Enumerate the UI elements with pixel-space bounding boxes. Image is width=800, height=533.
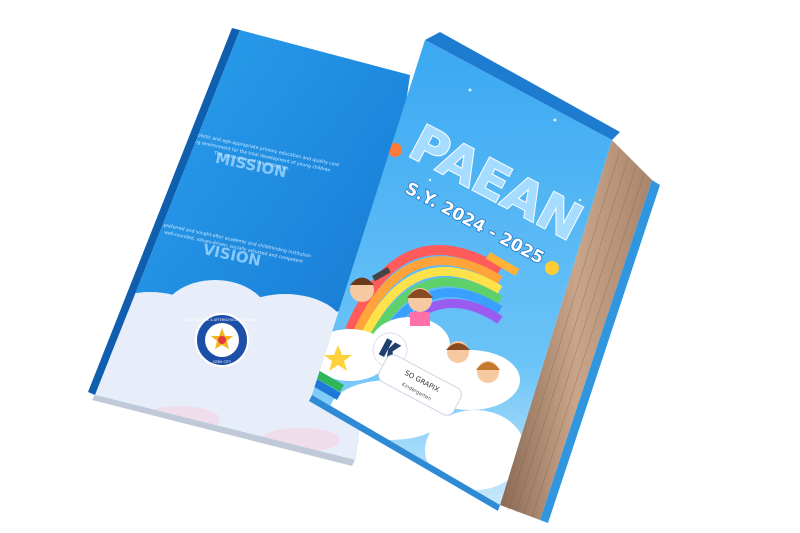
kid-girl-illustration <box>407 288 433 326</box>
seal-text-top: KIDS DAYCARE & AFTERSCHOOL CENTER INC <box>186 318 258 322</box>
seal-text-bottom: CEBU CITY <box>213 360 232 364</box>
book-mockup-scene: MISSION To provide holistic and age-appr… <box>88 28 660 523</box>
